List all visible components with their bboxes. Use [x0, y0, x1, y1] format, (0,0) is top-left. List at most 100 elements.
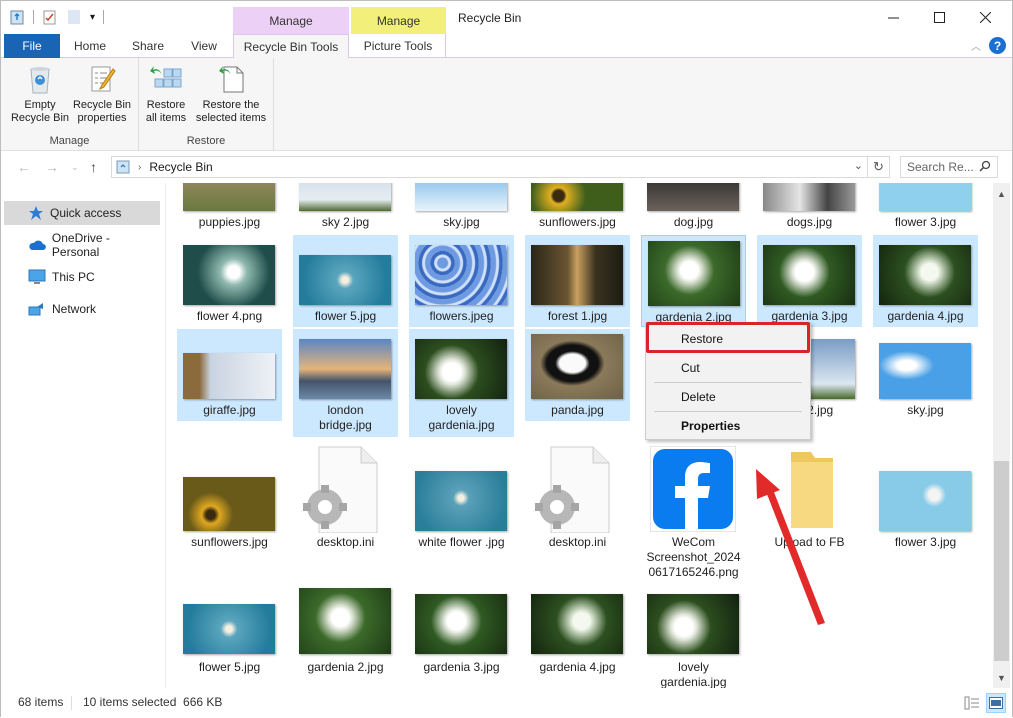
thumbnail [183, 183, 275, 211]
empty-recycle-bin-button[interactable]: Empty Recycle Bin [9, 63, 71, 125]
file-name: Upload to FB [774, 535, 845, 549]
file-item[interactable]: gardenia 4.jpg [525, 588, 630, 688]
forward-button[interactable]: → [45, 159, 59, 175]
settings-file-icon [303, 446, 378, 533]
file-item[interactable]: gardenia 3.jpg [409, 588, 514, 688]
restore-selected-items-button[interactable]: Restore the selected items [191, 63, 271, 125]
file-name: gardenia 4.jpg [887, 309, 964, 323]
file-item[interactable]: london bridge.jpg [293, 329, 398, 437]
large-icons-view-button[interactable] [986, 693, 1006, 713]
recycle-bin-small-icon[interactable] [9, 9, 25, 25]
file-item[interactable]: flower 4.png [177, 235, 282, 327]
details-view-button[interactable] [962, 693, 982, 713]
file-item[interactable]: WeCom Screenshot_2024 0617165246.png [641, 443, 746, 583]
file-item[interactable]: white flower .jpg [409, 443, 514, 563]
search-input[interactable]: Search Re... [900, 156, 998, 178]
file-item[interactable]: forest 1.jpg [525, 235, 630, 327]
restore-highlight-box [646, 322, 810, 353]
file-item[interactable]: sunflowers.jpg [525, 183, 630, 231]
customize-qat-icon[interactable]: ▾ [90, 12, 95, 23]
back-button[interactable]: ← [17, 159, 31, 175]
scroll-down-icon[interactable]: ▼ [993, 669, 1010, 686]
file-name: sunflowers.jpg [191, 535, 268, 549]
scrollbar-thumb[interactable] [994, 461, 1009, 661]
thumbnail [415, 183, 507, 211]
tab-view[interactable]: View [179, 34, 229, 58]
refresh-button[interactable]: ↻ [868, 156, 890, 178]
properties-small-icon[interactable] [42, 9, 58, 25]
folder-item[interactable]: Upload to FB [757, 443, 862, 563]
file-item[interactable]: sunflowers.jpg [177, 443, 282, 563]
qat-separator [33, 10, 34, 24]
file-name: flower 3.jpg [894, 215, 957, 229]
file-item[interactable]: panda.jpg [525, 329, 630, 421]
file-item[interactable]: gardenia 2.jpg [641, 235, 746, 327]
file-item[interactable]: puppies.jpg [177, 183, 282, 231]
context-menu-delete[interactable]: Delete [646, 384, 810, 410]
file-item[interactable]: flower 5.jpg [293, 235, 398, 327]
maximize-icon [934, 12, 945, 23]
ribbon-tabs: File Home Share View Recycle Bin Tools P… [1, 34, 1012, 59]
context-menu-properties[interactable]: Properties [646, 413, 810, 439]
file-item[interactable]: flowers.jpeg [409, 235, 514, 327]
sidebar-item-quick-access[interactable]: Quick access [4, 201, 160, 225]
navigation-bar: ← → ⌄ ↑ › Recycle Bin ⌄ ↻ Search Re... [1, 151, 1012, 183]
sidebar-item-this-pc[interactable]: This PC [4, 265, 160, 289]
file-item[interactable]: gardenia 4.jpg [873, 235, 978, 327]
new-folder-small-icon[interactable] [66, 9, 82, 25]
tab-share[interactable]: Share [121, 34, 175, 58]
scroll-up-icon[interactable]: ▲ [993, 185, 1010, 202]
tab-picture-tools[interactable]: Picture Tools [351, 34, 446, 58]
collapse-ribbon-icon[interactable]: ︿ [971, 38, 981, 53]
folder-icon [791, 452, 833, 528]
thumbnail [299, 255, 391, 305]
up-button[interactable]: ↑ [90, 159, 97, 175]
maximize-button[interactable] [917, 1, 962, 34]
restore-all-label-2: all items [145, 112, 187, 124]
file-item[interactable]: gardenia 2.jpg [293, 588, 398, 688]
minimize-icon [888, 17, 899, 19]
file-item[interactable]: dogs.jpg [757, 183, 862, 231]
address-bar[interactable]: › Recycle Bin ⌄ [111, 156, 868, 178]
restore-selected-icon [219, 66, 244, 93]
tab-recycle-bin-tools[interactable]: Recycle Bin Tools [233, 34, 349, 59]
thumbnail [415, 471, 507, 531]
file-item[interactable]: desktop.ini [525, 443, 630, 563]
file-name: flower 5.jpg [314, 309, 377, 323]
vertical-scrollbar[interactable]: ▲ ▼ [993, 183, 1010, 688]
breadcrumb-recycle-bin[interactable]: Recycle Bin [149, 160, 212, 174]
properties-icon [91, 66, 116, 92]
file-name: sky 2.jpg [321, 215, 370, 229]
tab-file[interactable]: File [4, 34, 60, 58]
file-item[interactable]: sky.jpg [409, 183, 514, 231]
file-item[interactable]: flower 5.jpg [177, 588, 282, 688]
file-item[interactable]: desktop.ini [293, 443, 398, 563]
file-item[interactable]: flower 3.jpg [873, 183, 978, 231]
sidebar-item-onedrive[interactable]: OneDrive - Personal [4, 231, 160, 259]
tab-home[interactable]: Home [63, 34, 117, 58]
file-item[interactable]: gardenia 3.jpg [757, 235, 862, 327]
file-item[interactable]: lovely gardenia.jpg [641, 588, 746, 688]
file-name-line: gardenia.jpg [428, 418, 495, 432]
thumbnail [183, 604, 275, 654]
context-menu-cut[interactable]: Cut [646, 355, 810, 381]
file-name: puppies.jpg [198, 215, 261, 229]
recent-locations-button[interactable]: ⌄ [71, 162, 79, 173]
file-item[interactable]: giraffe.jpg [177, 329, 282, 421]
close-button[interactable] [963, 1, 1008, 34]
restore-all-items-button[interactable]: Restore all items [143, 63, 189, 125]
file-item[interactable]: lovely gardenia.jpg [409, 329, 514, 437]
file-item[interactable]: sky 2.jpg [293, 183, 398, 231]
help-icon[interactable]: ? [989, 37, 1006, 54]
recycle-bin-address-icon [116, 160, 130, 174]
file-item[interactable]: sky.jpg [873, 329, 978, 421]
thumbnail [183, 353, 275, 399]
thumbnail [299, 339, 391, 399]
recycle-bin-properties-button[interactable]: Recycle Bin properties [71, 63, 133, 125]
file-item[interactable]: dog.jpg [641, 183, 746, 231]
address-dropdown-icon[interactable]: ⌄ [854, 159, 863, 172]
sidebar-item-network[interactable]: Network [4, 297, 160, 321]
file-item[interactable]: flower 3.jpg [873, 443, 978, 563]
file-name-line: gardenia.jpg [660, 675, 727, 688]
minimize-button[interactable] [871, 1, 916, 34]
